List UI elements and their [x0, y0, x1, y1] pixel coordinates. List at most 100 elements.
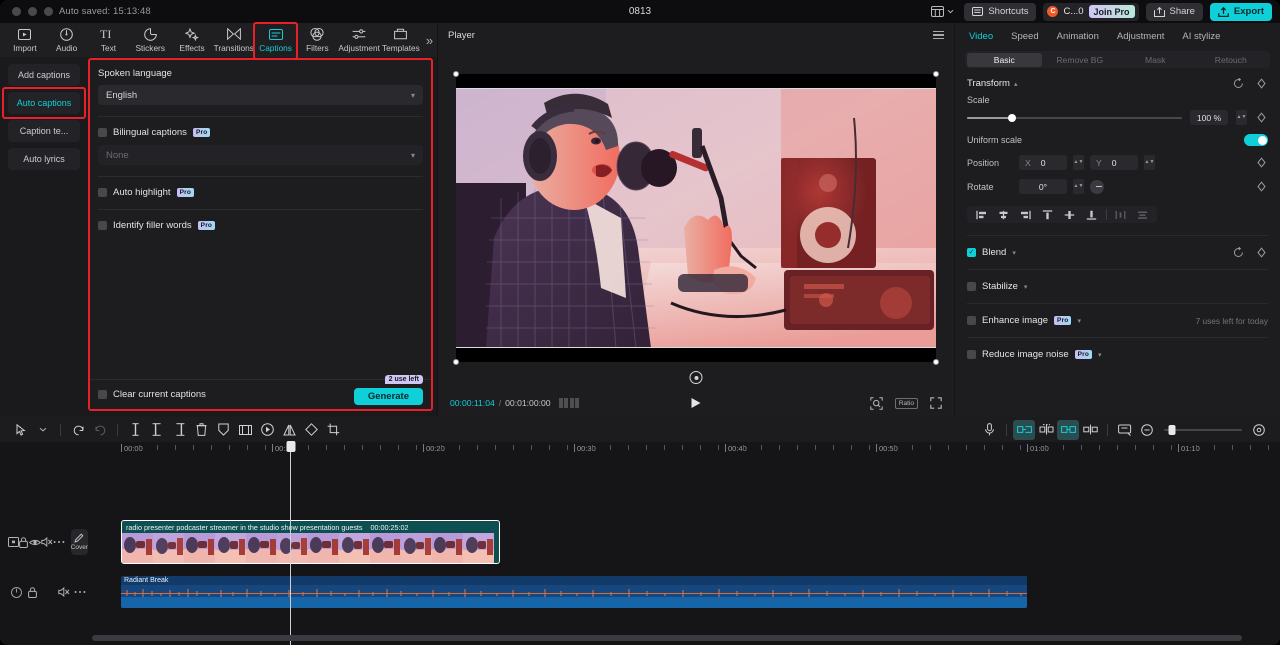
more-icon[interactable] — [72, 584, 88, 600]
rotate-stepper[interactable]: ▲▼ — [1073, 179, 1084, 194]
resize-handle-top-right[interactable] — [933, 71, 939, 77]
delete-icon[interactable] — [190, 420, 212, 440]
tab-video[interactable]: Video — [969, 31, 993, 42]
split-marker-icon[interactable] — [1079, 420, 1101, 440]
lock-icon[interactable] — [19, 534, 29, 550]
tab-animation[interactable]: Animation — [1057, 31, 1099, 42]
scale-slider[interactable] — [967, 113, 1182, 122]
crop-icon[interactable] — [322, 420, 344, 440]
link-clips-icon[interactable] — [1013, 419, 1035, 440]
align-center-h-icon[interactable] — [992, 210, 1014, 220]
rotate-dial[interactable] — [1090, 179, 1104, 194]
scale-value[interactable]: 100 % — [1190, 110, 1228, 125]
chevron-up-icon[interactable]: ▴ — [1014, 80, 1018, 88]
resize-handle-bottom-left[interactable] — [453, 359, 459, 365]
chevron-down-icon[interactable]: ▾ — [1024, 283, 1028, 291]
mic-icon[interactable] — [978, 420, 1000, 440]
rotate-field[interactable]: 0° — [1019, 179, 1067, 194]
identify-filler-words-checkbox[interactable] — [98, 221, 107, 230]
transform-section-header[interactable]: Transform ▴ — [967, 68, 1268, 95]
tool-templates[interactable]: Templates — [380, 24, 422, 56]
resize-handle-top-left[interactable] — [453, 71, 459, 77]
sidebar-item-add-captions[interactable]: Add captions — [8, 64, 80, 86]
timeline-ruler[interactable]: 00:00 00:10 00:20 00:30 00:40 00:50 01:0… — [0, 442, 1280, 458]
proxy-icon[interactable] — [1114, 420, 1136, 440]
more-icon[interactable] — [53, 534, 65, 550]
reduce-image-noise-checkbox[interactable] — [967, 350, 976, 359]
scale-slider-handle[interactable] — [1008, 113, 1017, 122]
tool-text[interactable]: TI Text — [88, 24, 130, 56]
chevron-down-icon[interactable] — [32, 420, 54, 440]
stabilize-checkbox[interactable] — [967, 282, 976, 291]
play-icon[interactable] — [691, 398, 701, 408]
bilingual-captions-row[interactable]: Bilingual captions Pro — [98, 127, 423, 138]
position-y-field[interactable]: Y 0 — [1090, 155, 1138, 170]
export-button[interactable]: Export — [1209, 2, 1272, 21]
speed-icon[interactable] — [256, 420, 278, 440]
position-y-stepper[interactable]: ▲▼ — [1144, 155, 1155, 170]
maximize-window-button[interactable] — [44, 7, 53, 16]
chevron-down-icon[interactable]: ▾ — [1012, 249, 1016, 257]
keyframe-diamond-icon[interactable] — [1255, 181, 1268, 192]
reset-icon[interactable] — [1233, 247, 1244, 258]
align-left-icon[interactable] — [970, 210, 992, 220]
linked-selection-icon[interactable] — [1057, 419, 1079, 440]
blend-row[interactable]: Blend ▾ — [967, 235, 1268, 269]
trim-right-icon[interactable] — [168, 420, 190, 440]
anchor-point-icon[interactable] — [689, 371, 703, 384]
audio-meter-icon[interactable] — [8, 584, 24, 600]
position-x-stepper[interactable]: ▲▼ — [1073, 155, 1084, 170]
identify-filler-words-row[interactable]: Identify filler words Pro — [98, 220, 423, 231]
zoom-out-icon[interactable] — [1136, 420, 1158, 440]
bilingual-language-select[interactable]: None ▾ — [98, 145, 423, 165]
eye-icon[interactable] — [28, 534, 41, 550]
tab-ai-stylize[interactable]: AI stylize — [1182, 31, 1220, 42]
mute-icon[interactable] — [40, 534, 53, 550]
lock-icon[interactable] — [24, 584, 40, 600]
chevron-down-icon[interactable]: ▾ — [1077, 317, 1081, 325]
freeze-icon[interactable] — [212, 420, 234, 440]
timeline-zoom-slider[interactable] — [1164, 424, 1242, 435]
segment-retouch[interactable]: Retouch — [1193, 53, 1269, 67]
ratio-button[interactable]: Ratio — [894, 397, 918, 409]
redo-icon[interactable] — [89, 420, 111, 440]
select-arrow-icon[interactable] — [10, 420, 32, 440]
frames-icon[interactable] — [558, 398, 580, 408]
shortcuts-button[interactable]: Shortcuts — [964, 2, 1037, 21]
tool-captions[interactable]: Captions — [252, 22, 299, 60]
zoom-fit-icon[interactable] — [1248, 420, 1270, 440]
timeline-zoom-handle[interactable] — [1168, 424, 1176, 435]
clear-current-captions-checkbox[interactable] — [98, 390, 107, 399]
credits-button[interactable]: C C...0 Join Pro — [1043, 2, 1139, 21]
keyframe-diamond-icon[interactable] — [1255, 157, 1268, 168]
mirror-icon[interactable] — [278, 420, 300, 440]
tool-stickers[interactable]: Stickers — [129, 24, 171, 56]
minimize-window-button[interactable] — [28, 7, 37, 16]
share-button[interactable]: Share — [1145, 2, 1203, 21]
enhance-image-row[interactable]: Enhance image Pro ▾ 7 uses left for toda… — [967, 303, 1268, 337]
tool-adjustment[interactable]: Adjustment — [338, 24, 380, 56]
blend-checkbox[interactable] — [967, 248, 976, 257]
tool-import[interactable]: Import — [4, 24, 46, 56]
playhead[interactable] — [286, 441, 295, 645]
split-icon[interactable] — [124, 420, 146, 440]
crop-frame-icon[interactable] — [234, 420, 256, 440]
audio-clip[interactable]: Radiant Break — [121, 576, 1027, 608]
sidebar-item-auto-lyrics[interactable]: Auto lyrics — [8, 148, 80, 170]
zoom-detect-icon[interactable] — [870, 396, 883, 410]
undo-icon[interactable] — [67, 420, 89, 440]
video-selection-box[interactable] — [453, 71, 939, 384]
auto-highlight-checkbox[interactable] — [98, 188, 107, 197]
tab-adjustment[interactable]: Adjustment — [1117, 31, 1165, 42]
chevron-down-icon[interactable]: ▾ — [1098, 351, 1102, 359]
distribute-h-icon[interactable] — [1110, 210, 1132, 220]
video-clip[interactable]: radio presenter podcaster streamer in th… — [121, 520, 500, 564]
hamburger-icon[interactable] — [933, 30, 944, 40]
uniform-scale-toggle[interactable] — [1244, 134, 1268, 146]
tool-audio[interactable]: Audio — [46, 24, 88, 56]
close-window-button[interactable] — [12, 7, 21, 16]
keyframe-diamond-icon[interactable] — [1255, 112, 1268, 123]
align-center-v-icon[interactable] — [1059, 210, 1081, 220]
auto-highlight-row[interactable]: Auto highlight Pro — [98, 187, 423, 198]
reset-icon[interactable] — [1233, 78, 1244, 89]
